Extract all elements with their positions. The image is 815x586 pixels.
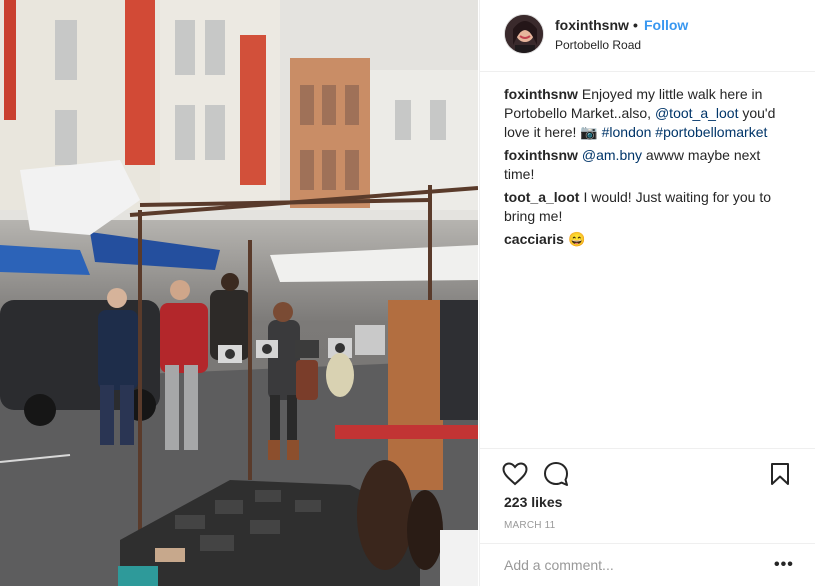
post-details-panel: foxinthsnw • Follow Portobello Road foxi… <box>479 0 815 586</box>
likes-count[interactable]: 223 likes <box>504 494 562 510</box>
ellipsis-icon[interactable]: ••• <box>774 556 794 574</box>
comment-username[interactable]: cacciaris <box>504 231 564 247</box>
comment-input[interactable] <box>504 554 754 576</box>
post-date[interactable]: MARCH 11 <box>504 520 555 531</box>
heart-icon[interactable] <box>502 462 528 491</box>
hashtag-links[interactable]: #london #portobellomarket <box>602 124 768 140</box>
comment-username[interactable]: toot_a_loot <box>504 189 579 205</box>
list-item: toot_a_loot I would! Just waiting for you… <box>504 188 794 226</box>
caption-comment: foxinthsnw Enjoyed my little walk here in… <box>504 85 794 142</box>
bookmark-icon[interactable] <box>770 462 790 491</box>
avatar[interactable] <box>504 14 544 54</box>
post-header: foxinthsnw • Follow Portobello Road <box>480 0 815 72</box>
comment-username[interactable]: foxinthsnw <box>504 86 578 102</box>
separator-dot: • <box>633 17 638 33</box>
comment-username[interactable]: foxinthsnw <box>504 147 578 163</box>
location-link[interactable]: Portobello Road <box>555 38 641 52</box>
mention-link[interactable]: @toot_a_loot <box>655 105 739 121</box>
market-scene-image <box>0 0 478 586</box>
list-item: cacciaris 😄 <box>504 230 794 249</box>
author-username[interactable]: foxinthsnw <box>555 17 629 33</box>
comment-form: ••• <box>480 543 815 586</box>
post-photo[interactable] <box>0 0 478 586</box>
profile-picture <box>505 15 543 53</box>
comment-bubble-icon[interactable] <box>543 461 569 492</box>
list-item: foxinthsnw @am.bny awww maybe next time! <box>504 146 794 184</box>
mention-link[interactable]: @am.bny <box>582 147 642 163</box>
comments-list: foxinthsnw Enjoyed my little walk here in… <box>504 85 794 253</box>
comment-text: 😄 <box>567 231 586 247</box>
post-actions: 223 likes MARCH 11 ••• <box>480 448 815 586</box>
follow-button[interactable]: Follow <box>644 17 688 33</box>
